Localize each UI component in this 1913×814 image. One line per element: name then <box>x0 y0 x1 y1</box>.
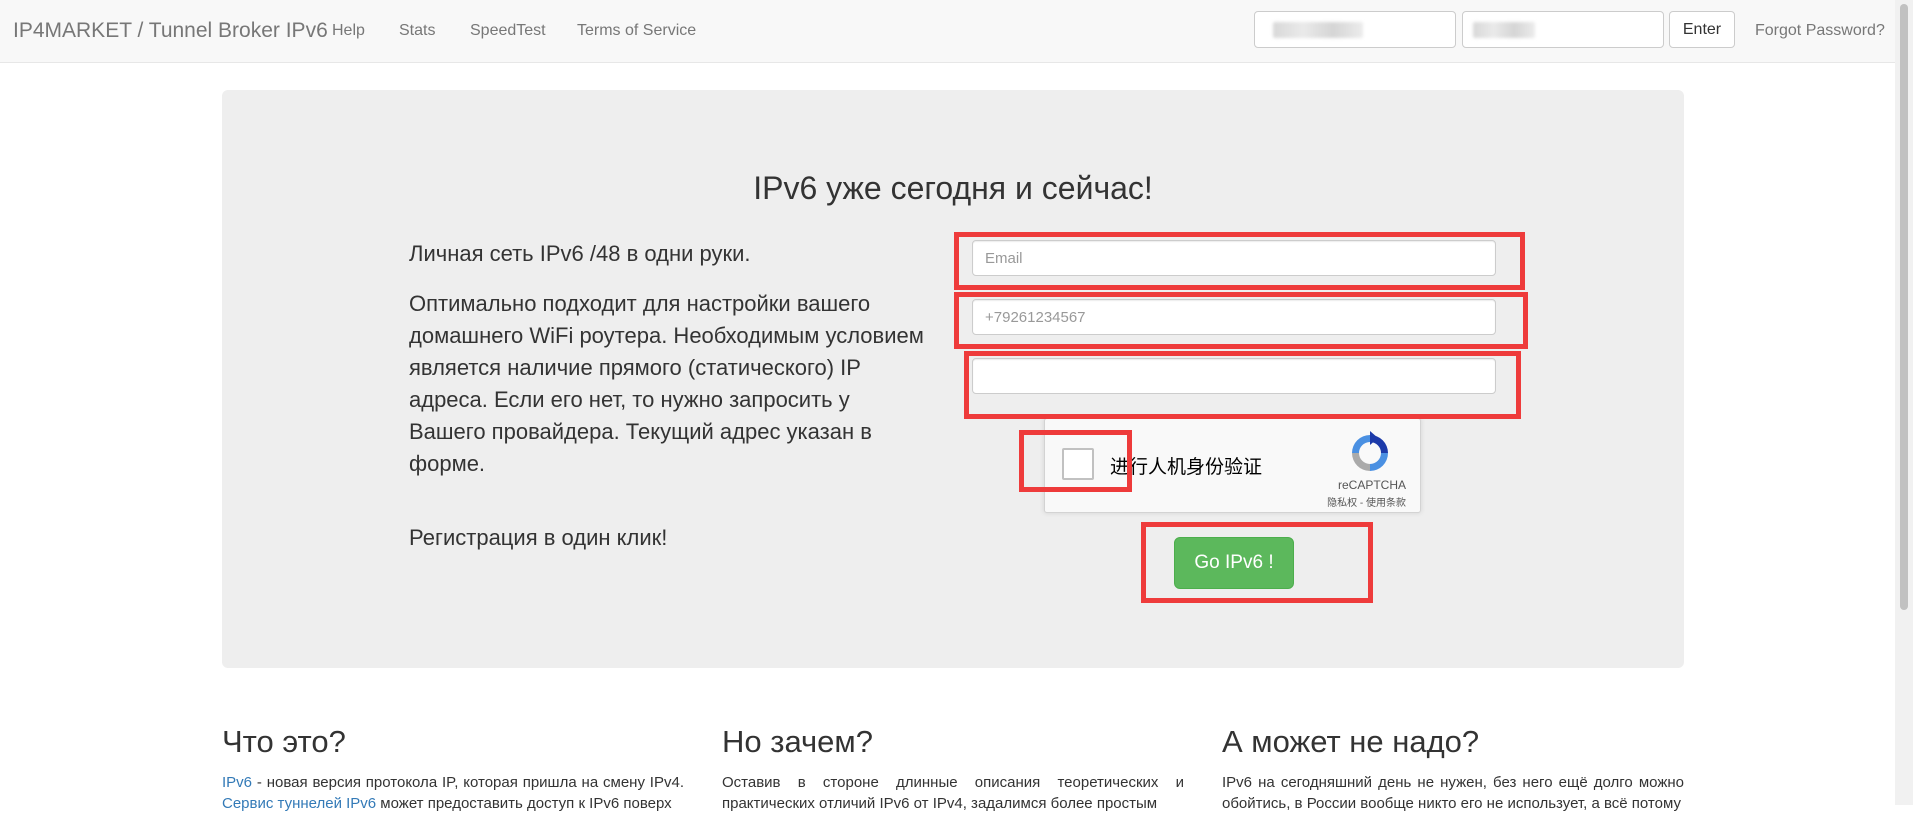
recaptcha-logo-icon <box>1352 431 1388 471</box>
column-title-maybe-not: А может не надо? <box>1222 724 1480 759</box>
column-title-why: Но зачем? <box>722 724 873 759</box>
recaptcha-widget: 进行人机身份验证 reCAPTCHA 隐私权 - 使用条款 <box>1044 418 1421 513</box>
column-text-what-part1: - новая версия протокола IP, которая при… <box>252 774 684 791</box>
column-text-what-part2: может предоставить доступ к IPv6 поверх <box>376 795 672 812</box>
recaptcha-checkbox[interactable] <box>1062 448 1094 480</box>
column-text-why: Оставив в стороне длинные описания теоре… <box>722 774 1184 812</box>
hero-line-register: Регистрация в один клик! <box>409 525 668 550</box>
phone-field[interactable] <box>972 299 1496 335</box>
login-input[interactable] <box>1254 11 1456 48</box>
recaptcha-brand: reCAPTCHA <box>1337 478 1406 492</box>
column-title-what: Что это? <box>222 724 346 759</box>
column-text-maybe-not: IPv6 на сегодняшний день не нужен, без н… <box>1222 774 1684 812</box>
nav-stats[interactable]: Stats <box>399 22 435 40</box>
tunnel-service-link[interactable]: Сервис туннелей IPv6 <box>222 795 376 812</box>
email-field[interactable] <box>972 240 1496 276</box>
nav-terms[interactable]: Terms of Service <box>577 22 696 40</box>
top-navbar: IP4MARKET / Tunnel Broker IPv6 Help Stat… <box>0 0 1895 63</box>
forgot-password-link[interactable]: Forgot Password? <box>1755 22 1885 40</box>
scrollbar-thumb[interactable] <box>1900 4 1908 610</box>
hero-title: IPv6 уже сегодня и сейчас! <box>753 170 1153 206</box>
hero-paragraph: Оптимально подходит для настройки вашего… <box>409 291 924 476</box>
brand-title[interactable]: IP4MARKET / Tunnel Broker IPv6 <box>13 19 328 43</box>
recaptcha-label: 进行人机身份验证 <box>1110 456 1263 478</box>
blurred-text <box>1273 22 1363 38</box>
go-ipv6-button[interactable]: Go IPv6 ! <box>1174 537 1294 589</box>
enter-button[interactable]: Enter <box>1669 11 1735 48</box>
blurred-text <box>1473 22 1535 38</box>
password-input[interactable] <box>1462 11 1664 48</box>
hero-line-network: Личная сеть IPv6 /48 в одни руки. <box>409 241 751 266</box>
nav-help[interactable]: Help <box>332 22 365 40</box>
recaptcha-privacy-terms[interactable]: 隐私权 - 使用条款 <box>1045 494 1420 509</box>
ipv6-link[interactable]: IPv6 <box>222 774 252 791</box>
page-scrollbar[interactable] <box>1895 0 1913 805</box>
ip-address-field[interactable] <box>972 358 1496 394</box>
nav-speedtest[interactable]: SpeedTest <box>470 22 546 40</box>
column-text-what: IPv6 - новая версия протокола IP, котора… <box>222 772 684 814</box>
